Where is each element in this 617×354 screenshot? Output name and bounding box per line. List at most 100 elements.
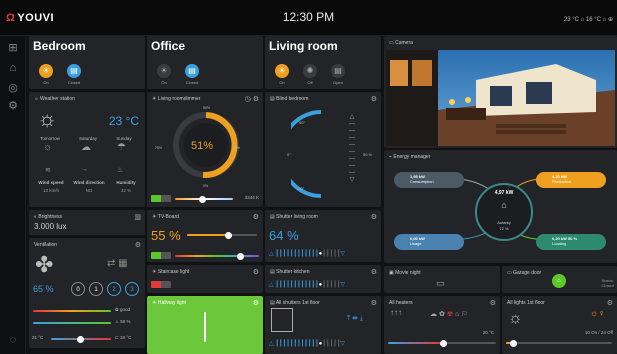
garage-title: ▭ Garage door bbox=[507, 270, 542, 276]
label: Wind speed bbox=[38, 180, 64, 185]
level-button[interactable]: 0 bbox=[71, 282, 85, 296]
room-card-office[interactable]: Office ☀ ▤ On Closed bbox=[147, 36, 263, 89]
shutter-living-panel[interactable]: ▤ Shutter living room ⚙ 64 % △ ┃┃┃┃┃┃┃┃┃… bbox=[265, 210, 381, 262]
movie-night-panel[interactable]: ▣ Movie night ▭ bbox=[384, 266, 500, 293]
light-icon[interactable]: ☀ bbox=[275, 64, 289, 78]
all-heaters-panel[interactable]: All heaters ⚙ ↑↑↑ ☁ ✿ ☢ ⌂ ⚐ 20 °C bbox=[384, 296, 500, 354]
weather-panel[interactable]: ☼ Weather station ☼ 23 °C Tomorrow Satur… bbox=[29, 92, 145, 207]
gear-icon[interactable]: ⚙ bbox=[490, 299, 496, 307]
color-slider[interactable] bbox=[175, 252, 259, 260]
gear-icon[interactable]: ⚙ bbox=[135, 241, 141, 249]
slider-knob[interactable] bbox=[225, 231, 232, 239]
level-button[interactable]: 1 bbox=[89, 282, 103, 296]
shutter-icon[interactable]: ▤ bbox=[67, 64, 81, 78]
room-card-living-room[interactable]: Living room ☀ ✺ ▤ On Off Open bbox=[265, 36, 381, 89]
dimmer-panel[interactable]: ☀ Living roomdimmer ◷ ⚙ 51% 50% 25% 75% … bbox=[147, 92, 263, 207]
slider-knob[interactable] bbox=[440, 339, 447, 347]
scene-icon[interactable]: ▭ bbox=[436, 278, 445, 289]
production-badge[interactable]: 4,20 kW Production bbox=[536, 172, 606, 188]
color-temp-value: 3244 K bbox=[244, 195, 259, 200]
lights-count: 10 On / 24 Off bbox=[584, 330, 613, 335]
camera-panel[interactable]: ▭ Camera bbox=[384, 36, 617, 148]
storage-badge[interactable]: 0,00 kW Usage bbox=[394, 234, 464, 250]
shutter-slider[interactable]: △ ┃┃┃┃┃┃┃┃┃┃┃┃ ● ┃┃┃┃┃ ▽ bbox=[269, 281, 377, 289]
shutter-kitchen-title: ▤ Shutter kitchen bbox=[270, 269, 310, 275]
energy-total: 4,97 kW bbox=[494, 190, 514, 196]
switch-indicator[interactable] bbox=[204, 312, 206, 342]
temp-slider[interactable] bbox=[51, 335, 111, 343]
all-lights-panel[interactable]: All lights 1st floor ⚙ ☼ ☼♀ 10 On / 24 O… bbox=[502, 296, 617, 354]
label-open: Open bbox=[333, 80, 343, 85]
gear-icon[interactable]: ⚙ bbox=[253, 213, 259, 221]
heater-mode-icons[interactable]: ☁ ✿ ☢ ⌂ ⚐ bbox=[430, 310, 467, 318]
brightness-slider[interactable] bbox=[187, 231, 257, 239]
gear-icon[interactable]: ⚙ bbox=[371, 213, 377, 221]
ventilation-panel[interactable]: Ventilation ⚙ ✤ ⇄ ▦ 65 % 0 1 2 3 ✿ good … bbox=[29, 238, 145, 348]
dimmer-toggle[interactable] bbox=[151, 195, 171, 202]
brightness-value: 3.000 lux bbox=[34, 222, 67, 231]
light-icon[interactable]: ☀ bbox=[157, 64, 171, 78]
level-button[interactable]: 2 bbox=[107, 282, 121, 296]
shutter-slider[interactable]: △ ┃┃┃┃┃┃┃┃┃┃┃┃ ● ┃┃┃┃┃ ▽ bbox=[269, 340, 377, 348]
staircase-panel[interactable]: ☀ Staircase light ⚙ bbox=[147, 265, 263, 293]
fan-icon[interactable]: ✺ bbox=[303, 64, 317, 78]
garage-panel[interactable]: ▭ Garage door ⌂ Status: Closed bbox=[502, 266, 617, 293]
shutter-icon bbox=[271, 308, 293, 332]
light-icon[interactable]: ☀ bbox=[39, 64, 53, 78]
color-temp-slider[interactable] bbox=[175, 195, 233, 203]
grid-icon[interactable]: ⊞ bbox=[7, 42, 19, 54]
gear-icon[interactable]: ⚙ bbox=[7, 100, 19, 112]
lights-slider[interactable] bbox=[506, 339, 612, 347]
brightness-panel[interactable]: ◐ Brightness ▥ 3.000 lux bbox=[29, 210, 145, 235]
tvboard-panel[interactable]: ☀ TV-Board ⚙ 55 % bbox=[147, 210, 263, 262]
hallway-panel[interactable]: ☀ Hallway light ⚙ bbox=[147, 296, 263, 354]
slider-knob[interactable] bbox=[77, 335, 84, 343]
gear-icon[interactable]: ⚙ bbox=[253, 268, 259, 276]
gear-icon[interactable]: ⚙ bbox=[371, 268, 377, 276]
blind-position-scale[interactable]: △ — — — — — — — — ▽ bbox=[345, 114, 359, 184]
dimmer-percent: 51% bbox=[191, 140, 214, 152]
clock: 12:30 PM bbox=[282, 10, 335, 24]
weather-title: ☼ Weather station bbox=[34, 96, 75, 102]
humidity-icon: ♨ bbox=[117, 167, 124, 174]
garage-button[interactable]: ⌂ bbox=[552, 274, 566, 288]
temp-outside: ⊏ 19 °C bbox=[115, 335, 132, 340]
label-closed: Closed bbox=[185, 80, 199, 85]
shutter-kitchen-panel[interactable]: ▤ Shutter kitchen ⚙ △ ┃┃┃┃┃┃┃┃┃┃┃┃ ● ┃┃┃┃┃… bbox=[265, 265, 381, 293]
room-card-bedroom[interactable]: Bedroom ☀ ▤ On Closed bbox=[29, 36, 145, 89]
shutter-percent: 64 % bbox=[269, 228, 299, 243]
energy-panel[interactable]: ⌁ Energy manager 1,95 kW Consumption 4,20… bbox=[384, 150, 617, 263]
heater-slider[interactable] bbox=[388, 339, 496, 347]
gear-icon[interactable]: ⚙ bbox=[371, 95, 377, 103]
chart-icon[interactable]: ▥ bbox=[134, 213, 141, 221]
slider-knob[interactable] bbox=[199, 195, 206, 203]
clock-gear-icon[interactable]: ◷ ⚙ bbox=[245, 95, 259, 103]
level-button[interactable]: 3 bbox=[125, 282, 139, 296]
air-quality-bar bbox=[33, 310, 111, 312]
consumption-badge[interactable]: 1,95 kW Consumption bbox=[394, 172, 464, 188]
label: Wind direction bbox=[73, 180, 105, 185]
shutter-icon[interactable]: ▤ bbox=[331, 64, 345, 78]
slider-knob[interactable] bbox=[237, 252, 244, 260]
value: NO bbox=[85, 188, 93, 193]
gear-icon[interactable]: ⚙ bbox=[607, 299, 613, 307]
gear-icon[interactable]: ⚙ bbox=[253, 299, 259, 307]
gear-icon[interactable]: ⚙ bbox=[371, 299, 377, 307]
slider-knob[interactable] bbox=[510, 339, 517, 347]
tvboard-toggle[interactable] bbox=[151, 252, 171, 259]
staircase-toggle[interactable] bbox=[151, 281, 171, 288]
value: 32 % bbox=[120, 188, 132, 193]
home-icon[interactable]: ⌂ bbox=[7, 62, 19, 74]
ventilation-title: Ventilation bbox=[34, 242, 58, 248]
blind-percent: 50 % bbox=[363, 152, 373, 157]
car-badge[interactable]: 0,20 kW 50 % Loading bbox=[536, 234, 606, 250]
blind-angle-icons[interactable]: ⤒ ⇼ ⤓ bbox=[347, 314, 363, 323]
blind-panel[interactable]: ▤ Blind bedroom ⚙ 90° 0° -90° △ — — — — — — — — ▽… bbox=[265, 92, 381, 207]
power-icon[interactable]: ◌ bbox=[7, 334, 19, 346]
label-on: On bbox=[279, 80, 285, 85]
shutter-icon[interactable]: ▤ bbox=[185, 64, 199, 78]
all-shutters-panel[interactable]: ▤ All shutters 1st floor ⚙ ⤒ ⇼ ⤓ △ ┃┃┃┃┃… bbox=[265, 296, 381, 354]
shutter-slider[interactable]: △ ┃┃┃┃┃┃┃┃┃┃┃┃ ● ┃┃┃┃┃ ▽ bbox=[269, 250, 377, 258]
autarky-value: 72 % bbox=[499, 226, 509, 231]
toggle-icon[interactable]: ◎ bbox=[7, 82, 19, 94]
